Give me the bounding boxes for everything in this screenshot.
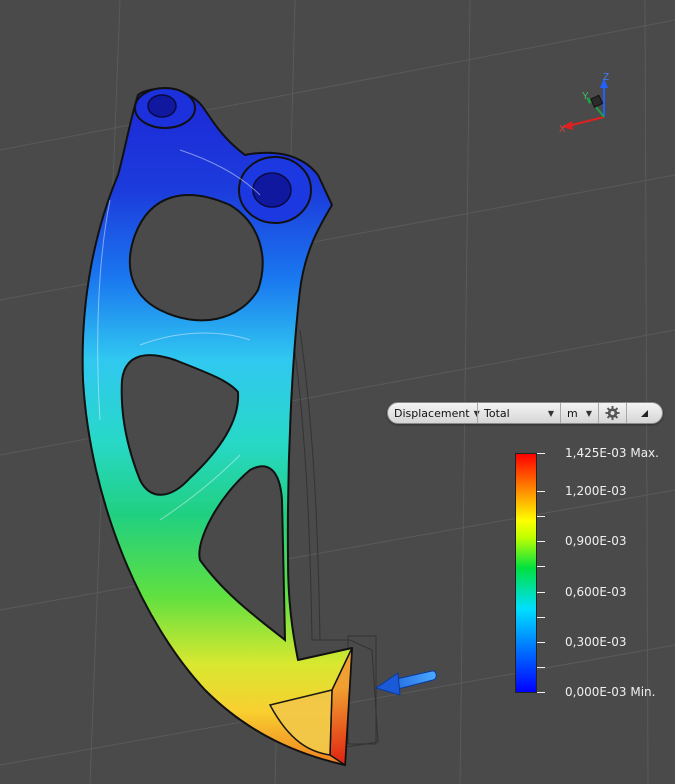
- component-label: Total: [484, 406, 510, 420]
- legend-tick: [537, 453, 545, 454]
- hole-upper: [147, 94, 177, 118]
- result-type-label: Displacement: [394, 406, 470, 420]
- result-toolbar: Displacement ▼ Total ▼ m ▼: [387, 402, 663, 424]
- legend-tick: [537, 592, 545, 593]
- collapse-button[interactable]: [626, 403, 662, 423]
- legend-label: 0,300E-03: [565, 635, 627, 649]
- legend-max-label: 1,425E-03 Max.: [565, 446, 659, 460]
- legend-tick: [537, 642, 545, 643]
- view-triad[interactable]: Z Y X: [559, 72, 609, 135]
- bracket-part[interactable]: [81, 87, 353, 767]
- component-dropdown[interactable]: Total ▼: [477, 403, 560, 423]
- result-type-dropdown[interactable]: Displacement ▼: [388, 403, 480, 423]
- legend-tick: [537, 491, 545, 492]
- settings-button[interactable]: [598, 403, 626, 423]
- pocket-top: [128, 194, 264, 322]
- arrow-head: [374, 672, 401, 696]
- chevron-down-icon: ▼: [585, 408, 592, 418]
- chevron-down-icon: ▼: [547, 408, 554, 418]
- triad-x-label: X: [559, 124, 566, 135]
- legend-tick: [537, 617, 545, 618]
- triad-y-label: Y: [582, 91, 589, 102]
- graphics-viewport[interactable]: Z Y X: [0, 0, 675, 784]
- gear-icon: [605, 405, 620, 421]
- legend-tick: [537, 516, 545, 517]
- legend-min-label: 0,000E-03 Min.: [565, 685, 656, 699]
- legend-color-bar: [515, 453, 537, 693]
- model-canvas[interactable]: Z Y X: [0, 0, 675, 784]
- legend-tick: [537, 667, 545, 668]
- legend-label: 0,900E-03: [565, 534, 627, 548]
- legend-label: 1,200E-03: [565, 484, 627, 498]
- legend-label: 0,600E-03: [565, 585, 627, 599]
- triad-z-label: Z: [603, 72, 609, 83]
- unit-label: m: [567, 406, 578, 420]
- legend-tick: [537, 692, 545, 693]
- triangle-collapse-icon: [641, 409, 648, 417]
- legend-tick: [537, 566, 545, 567]
- load-arrow[interactable]: [374, 670, 437, 696]
- legend-tick: [537, 541, 545, 542]
- unit-dropdown[interactable]: m ▼: [560, 403, 598, 423]
- hole-lower: [252, 172, 292, 208]
